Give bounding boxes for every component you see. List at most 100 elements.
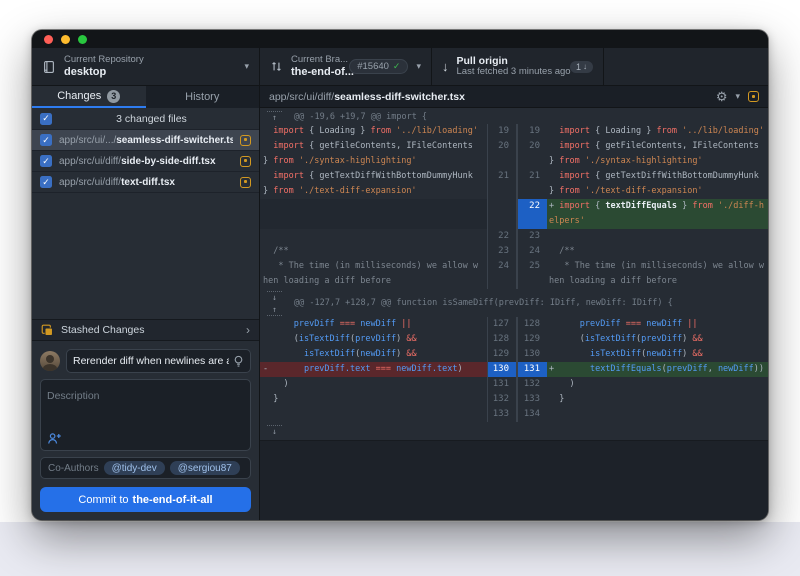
diff-old-code[interactable]: - prevDiff.text === newDiff.text) xyxy=(260,362,487,377)
diff-new-code[interactable]: } from './syntax-highlighting' xyxy=(547,154,768,169)
diff-new-code[interactable]: ) xyxy=(547,377,768,392)
diff-new-code[interactable]: prevDiff === newDiff || xyxy=(547,317,768,332)
tab-changes[interactable]: Changes 3 xyxy=(32,86,146,108)
diff-row[interactable]: )131132 ) xyxy=(260,377,768,392)
chevron-down-icon[interactable]: ▾ xyxy=(735,91,740,102)
old-line-number[interactable]: 131 xyxy=(487,377,516,392)
diff-new-code[interactable]: + textDiffEquals(prevDiff, newDiff)) xyxy=(547,362,768,377)
diff-row[interactable]: prevDiff === newDiff ||127128 prevDiff =… xyxy=(260,317,768,332)
file-checkbox[interactable]: ✓ xyxy=(40,176,52,188)
diff-new-code[interactable] xyxy=(547,229,768,244)
file-row[interactable]: ✓app/src/ui/diff/side-by-side-diff.tsx xyxy=(32,151,259,172)
old-line-number[interactable]: 130 xyxy=(487,362,516,377)
file-row[interactable]: ✓app/src/ui/diff/text-diff.tsx xyxy=(32,172,259,193)
diff-old-code[interactable]: hen loading a diff before xyxy=(260,274,487,289)
diff-old-code[interactable]: prevDiff === newDiff || xyxy=(260,317,487,332)
current-branch-selector[interactable]: Current Bra... the-end-of... #15640 ✓ ▾ xyxy=(260,48,432,85)
new-line-number[interactable]: 134 xyxy=(516,407,547,422)
new-line-number[interactable]: 21 xyxy=(516,169,547,184)
new-line-number[interactable]: 131 xyxy=(516,362,547,377)
new-line-number[interactable]: 133 xyxy=(516,392,547,407)
diff-row[interactable]: 133134 xyxy=(260,407,768,422)
diff-row[interactable]: - prevDiff.text === newDiff.text)130131+… xyxy=(260,362,768,377)
file-checkbox[interactable]: ✓ xyxy=(40,155,52,167)
diff-row[interactable]: import { getFileContents, IFileContents2… xyxy=(260,139,768,154)
new-line-number[interactable] xyxy=(516,214,547,229)
new-line-number[interactable]: 22 xyxy=(516,199,547,214)
old-line-number[interactable] xyxy=(487,184,516,199)
diff-row[interactable]: import { Loading } from '../lib/loading'… xyxy=(260,124,768,139)
diff-old-code[interactable]: import { getTextDiffWithBottomDummyHunk xyxy=(260,169,487,184)
old-line-number[interactable]: 22 xyxy=(487,229,516,244)
description-textarea[interactable]: Description xyxy=(40,379,251,451)
gear-icon[interactable]: ⚙ xyxy=(716,90,728,103)
current-repository-selector[interactable]: Current Repository desktop ▾ xyxy=(32,48,260,85)
diff-old-code[interactable]: /** xyxy=(260,244,487,259)
diff-row[interactable]: }132133 } xyxy=(260,392,768,407)
diff-row[interactable]: * The time (in milliseconds) we allow w2… xyxy=(260,259,768,274)
summary-input[interactable] xyxy=(73,355,229,367)
old-line-number[interactable]: 20 xyxy=(487,139,516,154)
pull-origin-button[interactable]: ↓ Pull origin Last fetched 3 minutes ago… xyxy=(432,48,604,85)
diff-new-code[interactable]: isTextDiff(newDiff) && xyxy=(547,347,768,362)
new-line-number[interactable]: 20 xyxy=(516,139,547,154)
lightbulb-icon[interactable] xyxy=(233,355,244,368)
diff-new-code[interactable]: hen loading a diff before xyxy=(547,274,768,289)
diff-old-code[interactable] xyxy=(260,407,487,422)
diff-new-code[interactable]: import { Loading } from '../lib/loading' xyxy=(547,124,768,139)
minimize-button[interactable] xyxy=(61,35,70,44)
old-line-number[interactable]: 127 xyxy=(487,317,516,332)
old-line-number[interactable]: 19 xyxy=(487,124,516,139)
diff-row[interactable]: isTextDiff(newDiff) &&129130 isTextDiff(… xyxy=(260,347,768,362)
diff-new-code[interactable]: import { getTextDiffWithBottomDummyHunk xyxy=(547,169,768,184)
diff-old-code[interactable]: } from './syntax-highlighting' xyxy=(260,154,487,169)
diff-new-code[interactable]: import { getFileContents, IFileContents xyxy=(547,139,768,154)
diff-old-code[interactable]: } xyxy=(260,392,487,407)
old-line-number[interactable] xyxy=(487,214,516,229)
diff-new-code[interactable]: /** xyxy=(547,244,768,259)
expand-down-icon[interactable]: ↓ xyxy=(267,425,282,437)
diff-row[interactable]: 22+ import { textDiffEquals } from './di… xyxy=(260,199,768,214)
new-line-number[interactable]: 24 xyxy=(516,244,547,259)
diff-old-code[interactable]: isTextDiff(newDiff) && xyxy=(260,347,487,362)
file-checkbox[interactable]: ✓ xyxy=(40,134,52,146)
stashed-changes-row[interactable]: Stashed Changes › xyxy=(32,319,259,341)
diff-old-code[interactable]: ) xyxy=(260,377,487,392)
diff-row[interactable]: (isTextDiff(prevDiff) &&128129 (isTextDi… xyxy=(260,332,768,347)
select-all-checkbox[interactable]: ✓ xyxy=(40,113,52,125)
diff-new-code[interactable]: (isTextDiff(prevDiff) && xyxy=(547,332,768,347)
new-line-number[interactable] xyxy=(516,154,547,169)
close-button[interactable] xyxy=(44,35,53,44)
diff-old-code[interactable]: * The time (in milliseconds) we allow w xyxy=(260,259,487,274)
new-line-number[interactable]: 23 xyxy=(516,229,547,244)
coauthor-pill[interactable]: @tidy-dev xyxy=(104,461,165,475)
expand-down-icon[interactable]: ↓ xyxy=(267,291,282,303)
diff-new-code[interactable]: elpers' xyxy=(547,214,768,229)
diff-new-code[interactable] xyxy=(547,407,768,422)
new-line-number[interactable]: 129 xyxy=(516,332,547,347)
old-line-number[interactable]: 21 xyxy=(487,169,516,184)
diff-old-code[interactable]: import { Loading } from '../lib/loading' xyxy=(260,124,487,139)
old-line-number[interactable] xyxy=(487,274,516,289)
diff-row[interactable]: } from './syntax-highlighting' } from './… xyxy=(260,154,768,169)
new-line-number[interactable] xyxy=(516,274,547,289)
new-line-number[interactable]: 19 xyxy=(516,124,547,139)
diff-new-code[interactable]: } xyxy=(547,392,768,407)
old-line-number[interactable]: 23 xyxy=(487,244,516,259)
old-line-number[interactable] xyxy=(487,154,516,169)
old-line-number[interactable]: 128 xyxy=(487,332,516,347)
diff-row[interactable]: /**2324 /** xyxy=(260,244,768,259)
zoom-button[interactable] xyxy=(78,35,87,44)
old-line-number[interactable]: 24 xyxy=(487,259,516,274)
diff-new-code[interactable]: * The time (in milliseconds) we allow w xyxy=(547,259,768,274)
coauthor-pill[interactable]: @sergiou87 xyxy=(170,461,240,475)
diff-old-code[interactable] xyxy=(260,229,487,244)
old-line-number[interactable]: 132 xyxy=(487,392,516,407)
diff-new-code[interactable]: } from './text-diff-expansion' xyxy=(547,184,768,199)
diff-new-code[interactable]: + import { textDiffEquals } from './diff… xyxy=(547,199,768,214)
add-coauthor-icon[interactable] xyxy=(47,432,62,445)
diff-row[interactable]: import { getTextDiffWithBottomDummyHunk2… xyxy=(260,169,768,184)
tab-history[interactable]: History xyxy=(146,86,260,108)
expand-up-icon[interactable]: ↑ xyxy=(267,304,282,316)
diff-row[interactable]: 2223 xyxy=(260,229,768,244)
